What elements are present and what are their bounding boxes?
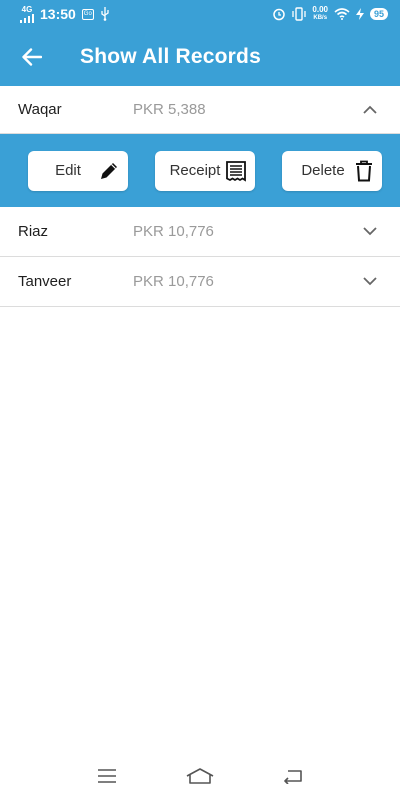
back-button[interactable]	[4, 28, 60, 86]
usb-icon	[101, 7, 109, 21]
receipt-button[interactable]: Receipt	[155, 150, 255, 191]
alarm-icon	[273, 8, 286, 21]
status-left: 4G 13:50 Go	[20, 4, 110, 23]
record-name: Tanveer	[18, 273, 72, 290]
arrow-left-icon	[22, 48, 42, 66]
signal-indicator: 4G	[20, 4, 34, 23]
record-amount: PKR 5,388	[133, 101, 206, 118]
data-rate-unit: KB/s	[313, 15, 328, 21]
signal-bars-icon	[20, 13, 34, 23]
chevron-up-icon	[363, 105, 377, 114]
record-amount: PKR 10,776	[133, 273, 214, 290]
app-bar: Show All Records	[0, 28, 400, 86]
receipt-label: Receipt	[169, 162, 221, 179]
chevron-down-icon	[363, 277, 377, 286]
status-right: 0.00 KB/s 95	[272, 6, 388, 22]
charging-icon	[355, 8, 364, 20]
wifi-icon	[334, 8, 350, 20]
record-row[interactable]: Waqar PKR 5,388	[0, 86, 400, 134]
record-name: Waqar	[18, 101, 62, 118]
home-nav-button[interactable]	[180, 756, 220, 796]
back-icon	[284, 770, 303, 784]
vibrate-icon	[292, 7, 307, 21]
delete-label: Delete	[301, 162, 345, 179]
menu-nav-button[interactable]	[87, 756, 127, 796]
records-list: Waqar PKR 5,388 Edit Receipt Delete Riaz…	[0, 86, 400, 307]
network-type-label: 4G	[21, 4, 33, 14]
data-rate: 0.00 KB/s	[312, 6, 328, 22]
status-time: 13:50	[40, 6, 76, 22]
record-row[interactable]: Riaz PKR 10,776	[0, 207, 400, 257]
trash-icon	[356, 160, 372, 181]
system-nav-bar	[0, 752, 400, 800]
edit-label: Edit	[55, 162, 81, 179]
pencil-icon	[101, 162, 117, 179]
record-row[interactable]: Tanveer PKR 10,776	[0, 257, 400, 307]
chevron-down-icon	[363, 227, 377, 236]
back-nav-button[interactable]	[273, 756, 313, 796]
battery-level: 95	[369, 8, 388, 20]
menu-icon	[97, 769, 116, 783]
status-bar: 4G 13:50 Go 0.00 KB/s 95	[0, 0, 400, 28]
expand-toggle[interactable]	[340, 227, 400, 236]
app-notification-label: Go	[83, 11, 92, 17]
app-notification-icon: Go	[81, 8, 94, 20]
collapse-toggle[interactable]	[340, 105, 400, 114]
edit-button[interactable]: Edit	[28, 150, 128, 191]
page-title: Show All Records	[80, 45, 261, 68]
receipt-icon	[226, 160, 246, 182]
delete-button[interactable]: Delete	[282, 150, 382, 191]
home-icon	[186, 768, 214, 784]
record-actions-panel: Edit Receipt Delete	[0, 134, 400, 207]
record-amount: PKR 10,776	[133, 223, 214, 240]
data-rate-value: 0.00	[312, 5, 328, 14]
record-name: Riaz	[18, 223, 49, 240]
expand-toggle[interactable]	[340, 277, 400, 286]
